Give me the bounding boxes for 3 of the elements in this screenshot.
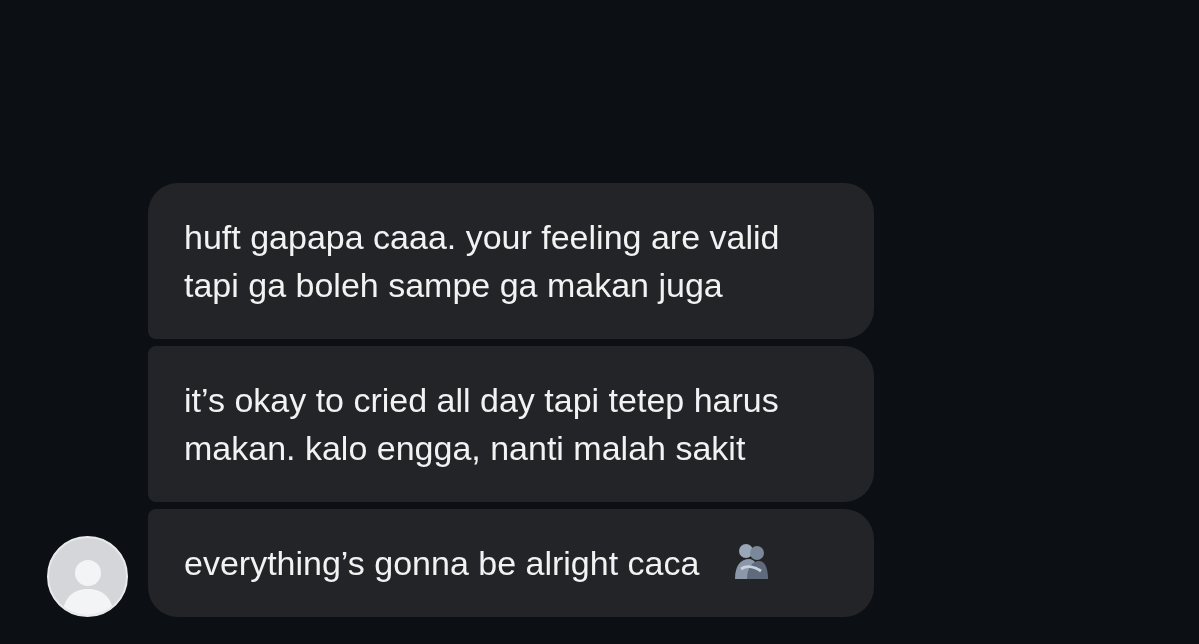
message-text: huft gapapa caaa. your feeling are valid tapi ga boleh sampe ga makan juga	[184, 218, 780, 304]
message-text: it’s okay to cried all day tapi tetep harus makan. kalo engga, nanti malah sakit	[184, 381, 779, 467]
message-text: everything’s gonna be alright caca	[184, 544, 701, 582]
